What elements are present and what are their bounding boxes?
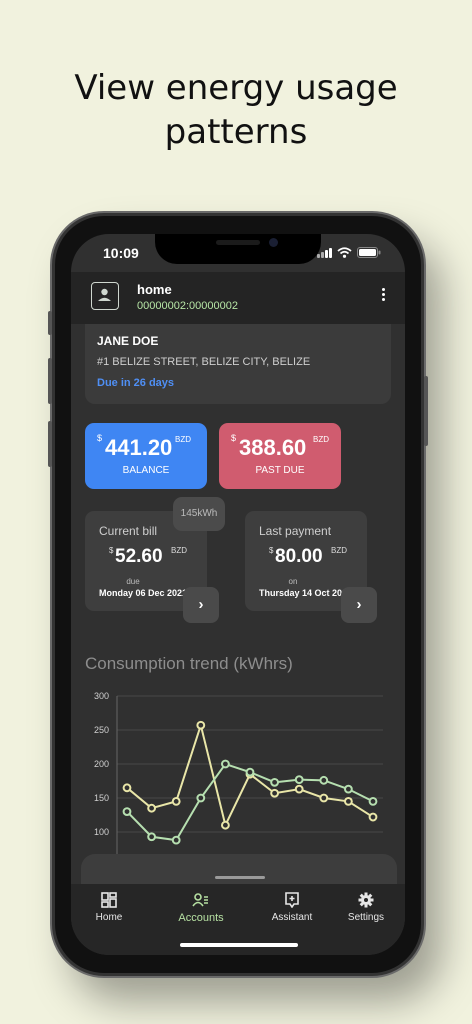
home-indicator [180, 943, 298, 947]
consumption-chart: 300 250 200 150 100 [94, 691, 383, 858]
current-bill-date: Monday 06 Dec 2021 [99, 588, 188, 598]
app-bar: home 00000002:00000002 [71, 272, 405, 324]
data-point[interactable] [319, 793, 329, 803]
volume-up-button [48, 358, 52, 404]
data-point[interactable] [122, 783, 132, 793]
data-point[interactable] [122, 807, 132, 816]
due-status: Due in 26 days [97, 377, 175, 389]
person-icon [98, 288, 111, 301]
data-point[interactable] [171, 835, 181, 845]
tab-accounts-label: Accounts [178, 912, 224, 924]
last-payment-date: Thursday 14 Oct 2021 [259, 588, 349, 598]
mute-switch [48, 311, 52, 335]
data-point[interactable] [245, 767, 255, 777]
headline: View energy usage patterns [0, 66, 472, 154]
gear-icon [358, 892, 374, 908]
power-button [424, 376, 428, 446]
data-point[interactable] [171, 797, 181, 806]
accounts-icon [192, 893, 208, 907]
data-point[interactable] [147, 832, 156, 842]
customer-card: JANE DOE #1 BELIZE STREET, BELIZE CITY, … [85, 324, 391, 404]
balance-label: BALANCE [122, 465, 170, 476]
battery-icon [357, 247, 381, 258]
current-bill-currency: BZD [171, 546, 187, 555]
customer-name: JANE DOE [97, 334, 159, 348]
account-number: 00000002:00000002 [137, 300, 238, 312]
speaker [216, 240, 260, 245]
current-bill-currency-symbol: $ [109, 546, 114, 555]
tab-home[interactable]: Home [89, 892, 129, 923]
tab-assistant-label: Assistant [271, 912, 313, 923]
tab-settings-label: Settings [347, 912, 385, 923]
data-point[interactable] [294, 775, 304, 785]
tab-assistant[interactable]: Assistant [267, 892, 317, 923]
data-point[interactable] [270, 788, 280, 798]
balance-amount: 441.20 [105, 435, 173, 460]
data-point[interactable] [319, 775, 329, 785]
last-payment-amount: 80.00 [275, 546, 323, 567]
status-icons [317, 247, 381, 258]
data-point[interactable] [147, 803, 156, 813]
assistant-icon [285, 892, 299, 908]
past-due-label: PAST DUE [255, 465, 305, 476]
dashboard-icon [101, 892, 117, 908]
kwh-badge: 145kWh [173, 497, 225, 531]
data-point[interactable] [344, 797, 353, 806]
data-point[interactable] [196, 793, 206, 803]
data-point[interactable] [368, 812, 378, 822]
y-tick-label: 250 [94, 725, 109, 735]
last-payment-currency-symbol: $ [269, 546, 274, 555]
last-payment-currency: BZD [331, 546, 347, 555]
data-point[interactable] [368, 797, 378, 806]
more-menu-icon[interactable] [382, 288, 385, 301]
data-point[interactable] [196, 720, 206, 730]
balance-currency-symbol: $ [97, 433, 103, 443]
headline-line-2: patterns [164, 112, 308, 152]
signal-icon [317, 248, 332, 258]
headline-line-1: View energy usage [74, 68, 398, 108]
account-avatar[interactable] [91, 282, 119, 310]
current-bill-sub: due [126, 577, 140, 586]
data-point[interactable] [344, 784, 353, 794]
y-tick-label: 200 [94, 759, 109, 769]
tab-settings[interactable]: Settings [343, 892, 389, 923]
balance-currency: BZD [175, 435, 191, 444]
volume-down-button [48, 421, 52, 467]
chevron-right-icon: › [356, 596, 362, 613]
balance-card[interactable]: $ 441.20 BZD BALANCE [85, 423, 207, 489]
data-point[interactable] [221, 759, 230, 769]
tab-home-label: Home [95, 912, 123, 923]
current-bill-title: Current bill [99, 524, 158, 538]
past-due-currency: BZD [313, 435, 329, 444]
app-screen: 10:09 home 00000002:00000002 JANE DOE #1… [71, 234, 405, 955]
account-name[interactable]: home [137, 282, 172, 297]
y-tick-label: 100 [94, 827, 109, 837]
data-point[interactable] [221, 820, 230, 830]
phone-frame: 10:09 home 00000002:00000002 JANE DOE #1… [48, 213, 428, 976]
y-tick-label: 150 [94, 793, 109, 803]
status-time: 10:09 [103, 245, 139, 261]
data-point[interactable] [294, 784, 304, 794]
past-due-card[interactable]: $ 388.60 BZD PAST DUE [219, 423, 341, 489]
notch [155, 234, 321, 264]
last-payment-sub: on [288, 577, 298, 586]
past-due-currency-symbol: $ [231, 433, 237, 443]
sheet-drag-handle[interactable] [215, 876, 265, 879]
last-payment-title: Last payment [259, 524, 332, 538]
past-due-amount: 388.60 [239, 435, 307, 460]
trend-title: Consumption trend (kWhrs) [85, 654, 293, 673]
wifi-icon [337, 247, 352, 258]
y-tick-label: 300 [94, 691, 109, 701]
current-bill-arrow-button[interactable]: › [183, 587, 219, 623]
chevron-right-icon: › [198, 596, 204, 613]
last-payment-arrow-button[interactable]: › [341, 587, 377, 623]
tab-accounts[interactable]: Accounts [169, 892, 233, 924]
customer-address: #1 BELIZE STREET, BELIZE CITY, BELIZE [97, 356, 311, 368]
current-bill-amount: 52.60 [115, 546, 163, 567]
tab-bar: Home Accounts Assistant Settings [71, 884, 405, 955]
camera [269, 238, 278, 247]
data-point[interactable] [270, 777, 280, 787]
